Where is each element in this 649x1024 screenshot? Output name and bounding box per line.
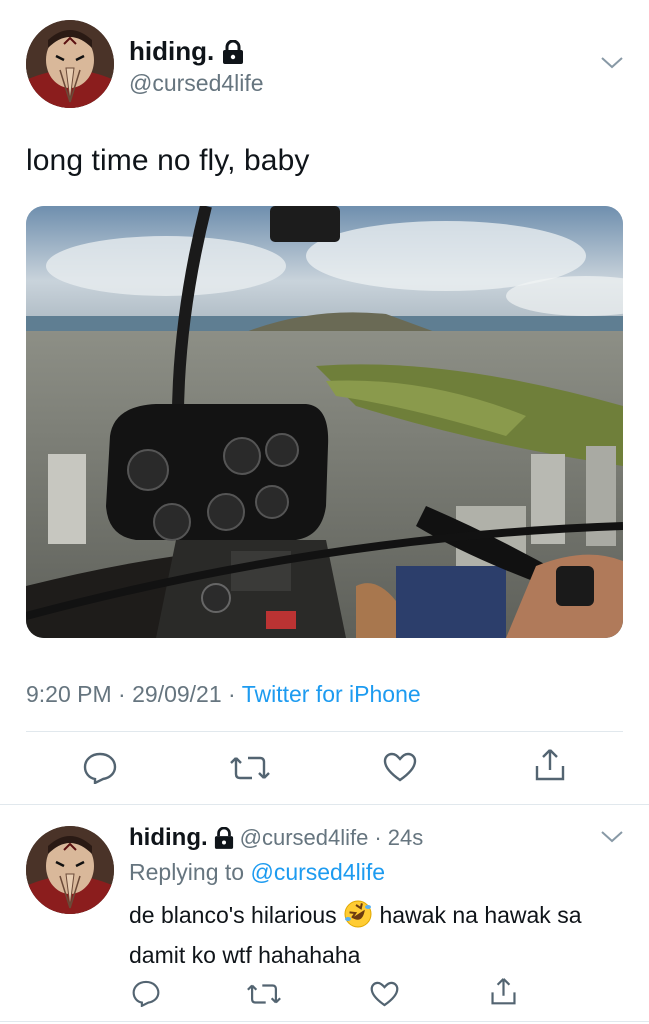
chevron-down-icon[interactable] [600, 830, 624, 844]
reply-handle[interactable]: @cursed4life [240, 825, 369, 851]
heart-icon [383, 752, 417, 782]
tweet-image[interactable] [26, 206, 623, 638]
reply-reply-button[interactable] [132, 980, 160, 1007]
replying-prefix: Replying to [129, 859, 245, 885]
retweet-button[interactable] [230, 754, 270, 782]
tweet-text: long time no fly, baby [26, 144, 310, 177]
share-icon [535, 749, 565, 781]
reply-icon [83, 752, 117, 784]
reply-share-button[interactable] [490, 977, 517, 1006]
reply-header: hiding. @cursed4life · 24s [129, 824, 423, 852]
tweet-date: 29/09/21 [132, 681, 222, 707]
share-button[interactable] [534, 748, 566, 782]
separator: · [374, 825, 382, 850]
retweet-icon [247, 984, 281, 1004]
reply-retweet-button[interactable] [247, 982, 281, 1006]
rolling-on-floor-laughing-icon [343, 899, 373, 938]
reply-time[interactable]: 24s [388, 825, 423, 851]
replying-mention-link[interactable]: @cursed4life [250, 859, 385, 885]
reply-button[interactable] [83, 752, 117, 784]
display-name-row[interactable]: hiding. [129, 36, 244, 67]
avatar[interactable] [26, 20, 114, 108]
lock-icon [214, 827, 234, 849]
replying-to: Replying to @cursed4life [129, 859, 385, 886]
tweet-timestamp: 9:20 PM · 29/09/21 · Twitter for iPhone [26, 681, 421, 708]
like-button[interactable] [383, 752, 417, 782]
lock-icon [222, 39, 244, 64]
reply-like-button[interactable] [370, 981, 399, 1007]
reply-text-part1: de blanco's hilarious [129, 902, 337, 928]
reply-avatar[interactable] [26, 826, 114, 914]
heart-icon [370, 981, 399, 1007]
display-name[interactable]: hiding. [129, 36, 214, 67]
divider [0, 804, 649, 805]
separator: · [118, 681, 126, 707]
divider [26, 731, 623, 732]
reply-display-name[interactable]: hiding. [129, 824, 208, 852]
share-icon [491, 978, 516, 1005]
handle[interactable]: @cursed4life [129, 70, 264, 97]
chevron-down-icon[interactable] [600, 56, 624, 70]
reply-text: de blanco's hilarious hawak na hawak sa … [129, 898, 629, 972]
retweet-icon [230, 756, 270, 780]
separator: · [228, 681, 236, 707]
reply-icon [132, 980, 160, 1007]
tweet-time: 9:20 PM [26, 681, 112, 707]
divider [0, 1021, 649, 1022]
tweet-source-link[interactable]: Twitter for iPhone [242, 681, 421, 707]
